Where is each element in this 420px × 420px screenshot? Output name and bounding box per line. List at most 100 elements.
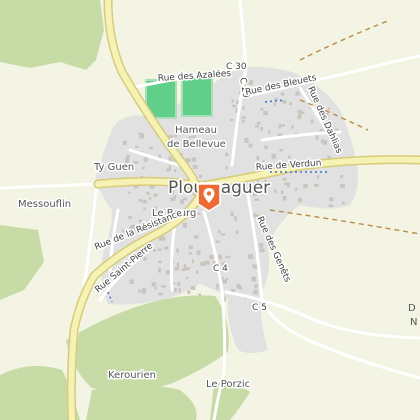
building — [161, 285, 166, 288]
building — [342, 201, 345, 205]
building — [138, 199, 142, 202]
building — [254, 125, 259, 128]
building — [235, 230, 239, 234]
building — [254, 264, 257, 269]
building — [282, 196, 287, 201]
road-c30-north — [238, 0, 248, 70]
building — [254, 198, 260, 201]
label-messouflin: Messouflin — [18, 199, 71, 210]
building — [323, 140, 327, 145]
building — [138, 132, 141, 135]
building — [188, 136, 192, 139]
building — [298, 197, 302, 203]
building — [149, 197, 152, 201]
building — [176, 262, 179, 268]
building — [198, 293, 201, 296]
building — [146, 191, 150, 195]
building — [125, 155, 130, 161]
building — [314, 183, 319, 187]
building — [142, 166, 145, 169]
building — [190, 286, 196, 290]
building — [260, 126, 263, 131]
building — [294, 188, 298, 191]
building — [209, 254, 214, 260]
building — [188, 245, 193, 249]
building — [187, 290, 191, 294]
building — [196, 270, 199, 274]
building — [264, 145, 268, 149]
building — [239, 285, 242, 290]
building — [259, 248, 265, 253]
location-marker[interactable] — [197, 183, 221, 212]
building — [315, 135, 319, 140]
building — [138, 289, 142, 293]
building — [215, 240, 220, 243]
building — [186, 158, 191, 163]
building — [297, 110, 300, 114]
label-c4: C 4 — [213, 264, 228, 274]
building — [288, 155, 291, 159]
building — [284, 182, 287, 185]
building — [154, 287, 157, 290]
building — [254, 284, 258, 289]
building — [273, 102, 276, 107]
building — [151, 282, 156, 287]
building — [319, 129, 324, 132]
building — [274, 97, 278, 100]
building — [232, 104, 236, 107]
building — [280, 124, 285, 127]
building — [141, 291, 146, 294]
building — [234, 216, 237, 221]
building — [252, 264, 255, 268]
building — [221, 233, 226, 236]
building — [216, 283, 219, 287]
building — [153, 193, 158, 197]
forest-west — [0, 225, 44, 300]
building — [191, 157, 197, 162]
building — [253, 212, 256, 218]
building — [198, 212, 201, 215]
building — [253, 290, 258, 295]
building — [225, 166, 228, 170]
building — [143, 207, 146, 210]
building — [328, 204, 333, 208]
building — [274, 189, 277, 193]
label-edge-d: D — [408, 303, 416, 314]
building — [263, 110, 268, 115]
label-de-bellevue: de Bellevue — [167, 139, 226, 150]
building — [186, 276, 189, 280]
label-kerourien: Kerourien — [108, 370, 156, 381]
building — [256, 121, 261, 125]
building — [286, 182, 290, 188]
building — [259, 243, 264, 248]
map-canvas[interactable]: Hameau de Bellevue Ty Guen Messouflin Le… — [0, 0, 420, 420]
building — [281, 190, 284, 195]
building — [158, 267, 161, 273]
building — [289, 102, 293, 105]
building — [222, 279, 227, 284]
building — [122, 140, 127, 145]
building — [200, 261, 206, 266]
building — [279, 149, 283, 152]
building — [268, 130, 271, 134]
building — [128, 191, 131, 194]
label-le-porzic: Le Porzic — [206, 379, 250, 390]
building — [231, 99, 234, 103]
road-messouflin — [0, 182, 98, 190]
building — [176, 248, 179, 253]
building — [327, 107, 331, 111]
building — [166, 168, 171, 172]
building — [218, 230, 221, 234]
building — [174, 287, 177, 293]
building — [278, 124, 281, 129]
building — [303, 183, 308, 189]
forest-south-lower — [86, 385, 197, 420]
building — [173, 169, 177, 172]
label-hameau: Hameau — [175, 125, 217, 136]
building — [244, 137, 249, 143]
building — [138, 219, 142, 223]
building — [174, 267, 180, 271]
path-east — [269, 209, 420, 235]
building — [241, 116, 246, 119]
building — [143, 157, 148, 162]
